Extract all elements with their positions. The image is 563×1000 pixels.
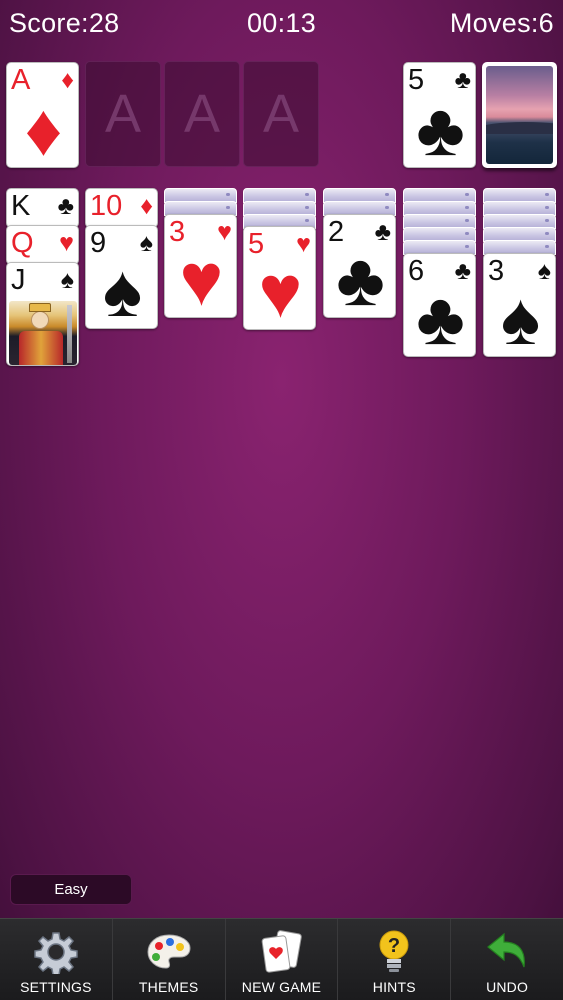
new-game-label: NEW GAME <box>241 979 322 995</box>
club-icon: ♣ <box>336 238 385 318</box>
card-rank: K <box>11 190 31 222</box>
tableau-7-card[interactable]: 3 ♠ ♠ <box>483 253 556 357</box>
tableau-1-card-1[interactable]: K ♣ <box>6 188 79 228</box>
tableau-1-card-3[interactable]: J ♠ <box>6 262 79 366</box>
settings-button[interactable]: SETTINGS <box>0 919 113 1000</box>
diamond-icon: ♦ <box>24 88 63 168</box>
tableau-5-card[interactable]: 2 ♣ ♣ <box>323 214 396 318</box>
foundation-3-slot[interactable]: A <box>164 61 240 167</box>
hints-label: HINTS <box>372 979 416 995</box>
tableau-1-card-2[interactable]: Q ♥ <box>6 225 79 265</box>
cards-icon <box>257 929 305 975</box>
difficulty-badge: Easy <box>10 874 132 905</box>
jack-face-art <box>9 301 77 365</box>
diamond-icon: ♦ <box>140 192 153 220</box>
spade-icon: ♠ <box>60 266 74 294</box>
tableau-6-card[interactable]: 6 ♣ ♣ <box>403 253 476 357</box>
tableau-2-card-1[interactable]: 10 ♦ <box>85 188 158 228</box>
svg-text:?: ? <box>388 935 400 957</box>
settings-label: SETTINGS <box>20 979 92 995</box>
new-game-button[interactable]: NEW GAME <box>226 919 339 1000</box>
heart-icon: ♥ <box>179 238 224 318</box>
moves-counter: Moves:6 <box>449 8 554 38</box>
spade-icon: ♠ <box>102 249 143 329</box>
waste-card[interactable]: 5 ♣ ♣ <box>403 62 476 168</box>
undo-arrow-icon <box>483 929 531 975</box>
gear-icon <box>32 929 80 975</box>
palette-icon <box>145 929 193 975</box>
club-icon: ♣ <box>416 88 465 168</box>
tableau-3-card[interactable]: 3 ♥ ♥ <box>164 214 237 318</box>
heart-icon: ♥ <box>59 229 74 257</box>
card-rank: Q <box>11 227 34 259</box>
tableau-2-card-2[interactable]: 9 ♠ ♠ <box>85 225 158 329</box>
lightbulb-icon: ? <box>370 929 418 975</box>
stock-pile[interactable] <box>482 62 557 168</box>
club-icon: ♣ <box>416 277 465 357</box>
tableau-4-card[interactable]: 5 ♥ ♥ <box>243 226 316 330</box>
foundation-1-card[interactable]: A ♦ ♦ <box>6 62 79 168</box>
hints-button[interactable]: ? HINTS <box>338 919 452 1000</box>
foundation-4-slot[interactable]: A <box>243 61 319 167</box>
heart-icon: ♥ <box>258 250 303 330</box>
themes-button[interactable]: THEMES <box>113 919 226 1000</box>
undo-button[interactable]: UNDO <box>451 919 563 1000</box>
foundation-2-slot[interactable]: A <box>85 61 161 167</box>
spade-icon: ♠ <box>500 277 541 357</box>
bottom-toolbar: SETTINGS THEMES NEW GAME ? HINTS UNDO <box>0 918 563 1000</box>
themes-label: THEMES <box>138 979 199 995</box>
card-rank: J <box>11 264 26 296</box>
foundation-placeholder: A <box>104 84 142 144</box>
foundation-placeholder: A <box>262 84 300 144</box>
undo-label: UNDO <box>486 979 529 995</box>
card-rank: 10 <box>90 190 123 222</box>
club-icon: ♣ <box>57 192 74 220</box>
foundation-placeholder: A <box>183 84 221 144</box>
card-back-image <box>486 66 553 164</box>
diamond-icon: ♦ <box>61 66 74 94</box>
